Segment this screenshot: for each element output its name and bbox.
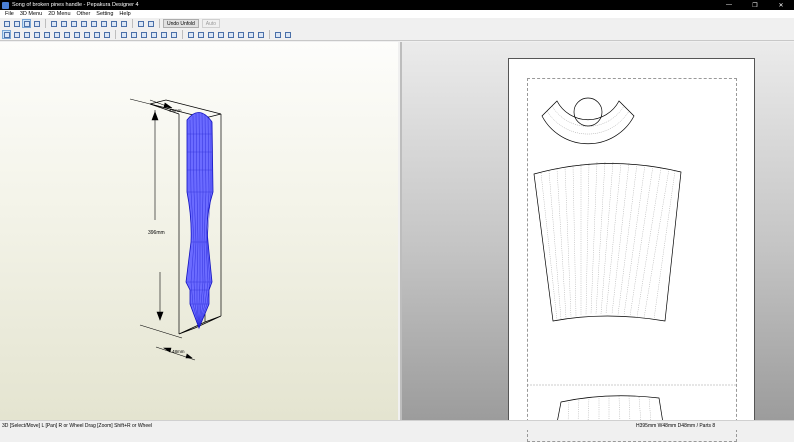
toolbar-separator bbox=[159, 19, 160, 28]
save-icon[interactable] bbox=[12, 19, 21, 28]
expand-icon[interactable] bbox=[283, 30, 292, 39]
toolbar-separator bbox=[115, 30, 116, 39]
edge-icon[interactable] bbox=[79, 19, 88, 28]
2d-view-pane[interactable] bbox=[400, 42, 794, 442]
align-center-icon[interactable] bbox=[196, 30, 205, 39]
3d-model-view: 396mm 48mm 48mm bbox=[129, 98, 222, 361]
align-right-icon[interactable] bbox=[206, 30, 215, 39]
body-part bbox=[533, 163, 682, 322]
join-icon[interactable] bbox=[22, 30, 31, 39]
toolbar-separator bbox=[45, 19, 46, 28]
3d-view-pane[interactable]: 396mm 48mm 48mm bbox=[0, 42, 398, 420]
height-label: 396mm bbox=[148, 230, 165, 236]
status-dimensions: H395mm W48mm D48mm / Parts 8 bbox=[636, 422, 716, 429]
layout-icon[interactable] bbox=[139, 30, 148, 39]
edit-toolbar bbox=[0, 29, 794, 41]
arrange-icon[interactable] bbox=[149, 30, 158, 39]
select-icon[interactable] bbox=[22, 19, 31, 28]
status-bar: 3D [Select/Move] L [Pan] R or Wheel Drag… bbox=[0, 420, 794, 430]
auto-button[interactable]: Auto bbox=[201, 19, 221, 28]
text-icon[interactable] bbox=[52, 30, 61, 39]
print-icon[interactable] bbox=[169, 30, 178, 39]
align-top-icon[interactable] bbox=[216, 30, 225, 39]
distribute-h-icon[interactable] bbox=[246, 30, 255, 39]
menu-other[interactable]: Other bbox=[74, 11, 94, 17]
minimize-button[interactable]: — bbox=[716, 0, 742, 10]
maximize-button[interactable]: ❐ bbox=[742, 0, 768, 10]
menu-setting[interactable]: Setting bbox=[93, 11, 116, 17]
menu-2d[interactable]: 2D Menu bbox=[45, 11, 73, 17]
split-icon[interactable] bbox=[32, 30, 41, 39]
view-3d-icon[interactable] bbox=[136, 19, 145, 28]
image-icon[interactable] bbox=[72, 30, 81, 39]
paint-icon[interactable] bbox=[109, 19, 118, 28]
paper-sheet bbox=[508, 58, 755, 442]
redo-icon[interactable] bbox=[92, 30, 101, 39]
move-icon[interactable] bbox=[2, 30, 11, 39]
open-icon[interactable] bbox=[2, 19, 11, 28]
fit-icon[interactable] bbox=[273, 30, 282, 39]
menu-file[interactable]: File bbox=[2, 11, 17, 17]
height-dimension bbox=[129, 98, 183, 339]
refresh-icon[interactable] bbox=[102, 30, 111, 39]
page-icon[interactable] bbox=[129, 30, 138, 39]
window-title: Song of broken pines handle - Pepakura D… bbox=[12, 2, 139, 8]
menu-3d[interactable]: 3D Menu bbox=[17, 11, 45, 17]
toolbar-separator bbox=[269, 30, 270, 39]
pattern-sheet bbox=[527, 97, 737, 423]
menu-help[interactable]: Help bbox=[116, 11, 133, 17]
zoom-icon[interactable] bbox=[59, 19, 68, 28]
app-icon bbox=[2, 1, 9, 9]
view-2d-icon[interactable] bbox=[146, 19, 155, 28]
rotate-icon[interactable] bbox=[49, 19, 58, 28]
toolbar-separator bbox=[132, 19, 133, 28]
align-left-icon[interactable] bbox=[186, 30, 195, 39]
title-bar: Song of broken pines handle - Pepakura D… bbox=[0, 0, 794, 10]
flap-icon[interactable] bbox=[62, 30, 71, 39]
distribute-v-icon[interactable] bbox=[256, 30, 265, 39]
link-icon[interactable] bbox=[119, 19, 128, 28]
align-middle-icon[interactable] bbox=[226, 30, 235, 39]
undo-icon[interactable] bbox=[82, 30, 91, 39]
copy-icon[interactable] bbox=[159, 30, 168, 39]
unfold-icon[interactable] bbox=[32, 19, 41, 28]
texture-icon[interactable] bbox=[69, 19, 78, 28]
undo-unfold-button[interactable]: Undo Unfold bbox=[163, 19, 199, 28]
grid-icon[interactable] bbox=[119, 30, 128, 39]
top-width-label: 48mm bbox=[169, 108, 182, 113]
toolbar-separator bbox=[182, 30, 183, 39]
next-part bbox=[556, 395, 664, 423]
status-hint: 3D [Select/Move] L [Pan] R or Wheel Drag… bbox=[2, 422, 153, 429]
cap-part bbox=[573, 97, 603, 127]
bottom-width-label: 48mm bbox=[172, 349, 185, 354]
scale-icon[interactable] bbox=[99, 19, 108, 28]
window-controls: — ❐ ✕ bbox=[716, 0, 794, 10]
close-button[interactable]: ✕ bbox=[768, 0, 794, 10]
rotate-3d-icon[interactable] bbox=[12, 30, 21, 39]
handle-mesh bbox=[185, 112, 214, 330]
align-bottom-icon[interactable] bbox=[236, 30, 245, 39]
pencil-icon[interactable] bbox=[42, 30, 51, 39]
main-toolbar: Undo Unfold Auto bbox=[0, 18, 794, 29]
menu-bar: File 3D Menu 2D Menu Other Setting Help bbox=[0, 10, 794, 18]
face-icon[interactable] bbox=[89, 19, 98, 28]
